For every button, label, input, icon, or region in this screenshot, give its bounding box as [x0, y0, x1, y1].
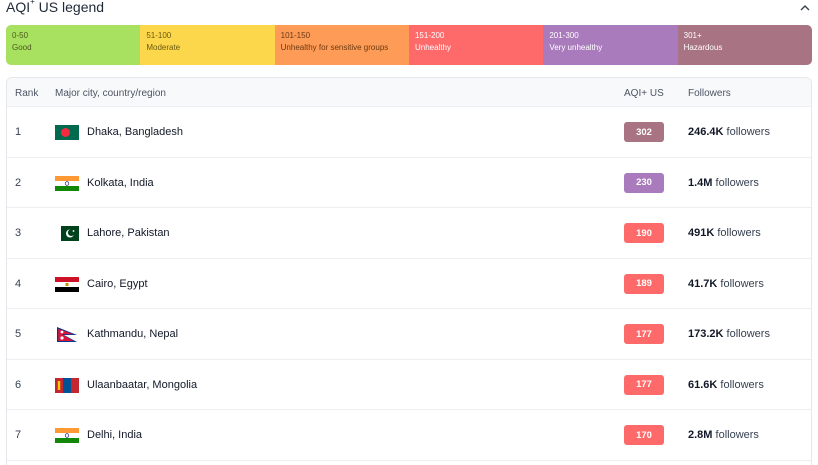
rank-cell: 3 [15, 227, 22, 239]
city-link[interactable]: Cairo, Egypt [87, 259, 148, 309]
table-row[interactable]: 2 Kolkata, India 230 1.4M followers [7, 158, 811, 208]
legend-label: Unhealthy [414, 43, 452, 52]
legend-header: AQI+ US legend [6, 0, 812, 16]
aqi-badge: 189 [624, 273, 664, 294]
chevron-up-icon [800, 4, 810, 10]
city-link[interactable]: Kathmandu, Nepal [87, 309, 178, 359]
followers-cell: 246.4K followers [688, 107, 770, 157]
followers-cell: 41.7K followers [688, 259, 764, 309]
city-link[interactable]: Delhi, India [87, 410, 142, 460]
legend-range: 301+ [683, 31, 702, 40]
legend-segment: 301+ Hazardous [677, 25, 812, 65]
followers-cell: 61.6K followers [688, 360, 764, 410]
legend-range: 201-300 [549, 31, 579, 40]
legend-label: Hazardous [683, 43, 723, 52]
table-row[interactable]: 1 Dhaka, Bangladesh 302 246.4K followers [7, 107, 811, 158]
aqi-badge: 170 [624, 425, 664, 445]
followers-suffix: followers [726, 126, 770, 138]
header-aqi: AQI+ US [624, 88, 664, 99]
egypt-flag [55, 276, 79, 292]
mongolia-flag [55, 377, 79, 393]
legend-segment: 0-50 Good [6, 25, 141, 65]
rank-cell: 2 [15, 176, 22, 189]
legend-label: Moderate [146, 43, 181, 52]
table-row[interactable]: 6 Ulaanbaatar, Mongolia 177 61.6K followers [7, 360, 811, 410]
aqi-badge: 302 [624, 122, 664, 142]
rank-cell: 5 [15, 328, 22, 340]
legend-range: 151-200 [414, 31, 445, 40]
followers-suffix: followers [726, 328, 770, 340]
followers-suffix: followers [715, 429, 759, 441]
legend-range: 101-150 [280, 31, 311, 40]
aqi-legend-bar: 0-50 Good 51-100 Moderate 101-150 Unhealthy f… [6, 25, 812, 65]
city-link[interactable]: Ulaanbaatar, Mongolia [87, 360, 197, 410]
legend-range: 0-50 [12, 31, 29, 40]
header-city: Major city, country/region [55, 88, 166, 99]
followers-suffix: followers [720, 277, 764, 290]
nepal-flag [57, 327, 77, 342]
bangladesh-flag [55, 125, 79, 140]
legend-label: Good [12, 43, 32, 52]
india-flag [55, 175, 79, 191]
legend-segment: 101-150 Unhealthy for sensitive groups [274, 25, 409, 65]
legend-title: AQI+ US legend [6, 0, 105, 15]
followers-count: 491K [688, 227, 715, 239]
header-followers: Followers [688, 88, 731, 99]
followers-count: 1.4M [688, 176, 713, 189]
table-row[interactable]: 3 Lahore, Pakistan 190 491K followers [7, 208, 811, 259]
table-row[interactable]: 5 Kathmandu, Nepal 177 173.2K followers [7, 309, 811, 360]
aqi-badge: 190 [624, 223, 664, 243]
followers-suffix: followers [720, 378, 764, 391]
city-link[interactable]: Lahore, Pakistan [87, 208, 170, 258]
followers-count: 61.6K [688, 378, 718, 391]
table-header: Rank Major city, country/region AQI+ US … [7, 78, 811, 107]
table-row[interactable]: 7 Delhi, India 170 2.8M followers [7, 410, 811, 461]
followers-suffix: followers [715, 176, 759, 189]
followers-count: 2.8M [688, 429, 713, 441]
legend-segment: 151-200 Unhealthy [408, 25, 544, 65]
rank-cell: 1 [15, 126, 22, 138]
legend-segment: 51-100 Moderate [140, 25, 275, 65]
followers-cell: 2.8M followers [688, 410, 759, 460]
rank-cell: 6 [15, 378, 22, 391]
collapse-button[interactable] [798, 0, 812, 14]
aqi-badge: 177 [624, 374, 664, 395]
city-link[interactable]: Kolkata, India [87, 158, 154, 208]
rank-cell: 4 [15, 277, 22, 290]
table-row[interactable]: 4 Cairo, Egypt 189 41.7K followers [7, 259, 811, 309]
followers-suffix: followers [717, 227, 761, 239]
legend-label: Unhealthy for sensitive groups [280, 43, 389, 52]
city-link[interactable]: Dhaka, Bangladesh [87, 107, 183, 157]
legend-label: Very unhealthy [549, 43, 603, 52]
header-rank: Rank [15, 88, 39, 99]
city-ranking-table: Rank Major city, country/region AQI+ US … [6, 77, 812, 465]
pakistan-flag [55, 226, 79, 241]
legend-segment: 201-300 Very unhealthy [543, 25, 678, 65]
followers-count: 173.2K [688, 328, 724, 340]
followers-count: 246.4K [688, 126, 724, 138]
followers-count: 41.7K [688, 277, 718, 290]
legend-range: 51-100 [146, 31, 172, 40]
aqi-badge: 177 [624, 324, 664, 344]
followers-cell: 173.2K followers [688, 309, 770, 359]
followers-cell: 491K followers [688, 208, 761, 258]
aqi-badge: 230 [624, 172, 664, 193]
india-flag [55, 428, 79, 443]
rank-cell: 7 [15, 429, 22, 441]
followers-cell: 1.4M followers [688, 158, 759, 208]
